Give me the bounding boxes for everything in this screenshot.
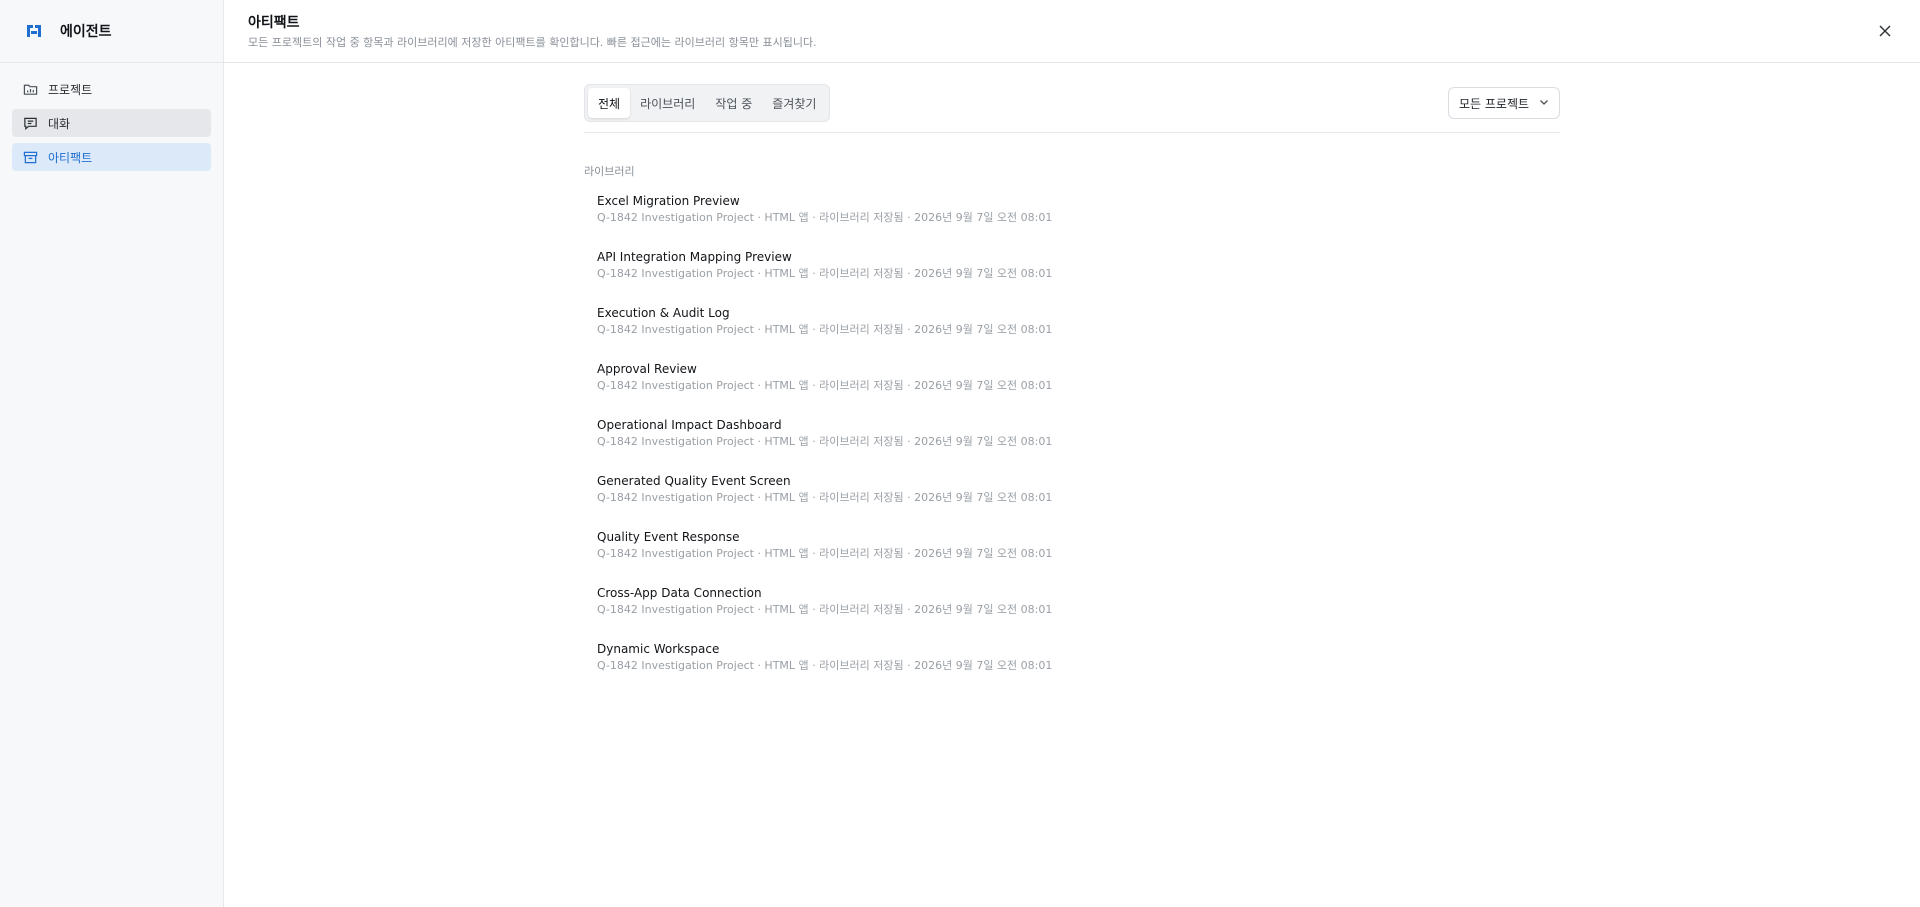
close-icon <box>1879 22 1891 41</box>
artifact-item[interactable]: Operational Impact Dashboard Q-1842 Inve… <box>584 411 1560 467</box>
artifact-title: Dynamic Workspace <box>597 642 720 656</box>
app-root: 에이전트 프로젝트 대화 아티팩트 아티팩트 모든 프로젝트의 작업 중 항목과… <box>0 0 1920 907</box>
tab-favorites[interactable]: 즐겨찾기 <box>762 88 826 118</box>
sidebar-nav: 프로젝트 대화 아티팩트 <box>0 63 223 183</box>
page-header: 아티팩트 모든 프로젝트의 작업 중 항목과 라이브러리에 저장한 아티팩트를 … <box>224 0 1920 63</box>
tab-in-progress[interactable]: 작업 중 <box>705 88 762 118</box>
toolbar: 전체 라이브러리 작업 중 즐겨찾기 모든 프로젝트 <box>584 84 1560 122</box>
artifact-meta: Q-1842 Investigation Project · HTML 앱 · … <box>597 547 1053 560</box>
sidebar-item-conversations[interactable]: 대화 <box>12 109 211 137</box>
sidebar-item-artifacts[interactable]: 아티팩트 <box>12 143 211 171</box>
artifact-item[interactable]: Approval Review Q-1842 Investigation Pro… <box>584 355 1560 411</box>
main-panel: 아티팩트 모든 프로젝트의 작업 중 항목과 라이브러리에 저장한 아티팩트를 … <box>224 0 1920 907</box>
tab-library[interactable]: 라이브러리 <box>630 88 705 118</box>
folder-chart-icon <box>22 81 38 97</box>
artifact-title: Excel Migration Preview <box>597 194 740 208</box>
artifact-item[interactable]: Excel Migration Preview Q-1842 Investiga… <box>584 187 1560 243</box>
artifact-title: Generated Quality Event Screen <box>597 474 791 488</box>
artifact-meta: Q-1842 Investigation Project · HTML 앱 · … <box>597 323 1053 336</box>
artifact-meta: Q-1842 Investigation Project · HTML 앱 · … <box>597 659 1053 672</box>
message-square-icon <box>22 115 38 131</box>
artifact-title: Approval Review <box>597 362 697 376</box>
artifact-title: Quality Event Response <box>597 530 740 544</box>
tab-all[interactable]: 전체 <box>588 88 631 118</box>
page-title: 아티팩트 <box>248 15 300 31</box>
close-button[interactable] <box>1876 22 1894 40</box>
artifact-item[interactable]: Generated Quality Event Screen Q-1842 In… <box>584 467 1560 523</box>
filter-tabs: 전체 라이브러리 작업 중 즐겨찾기 <box>584 84 831 122</box>
section-label: 라이브러리 <box>584 165 635 178</box>
page-subtitle: 모든 프로젝트의 작업 중 항목과 라이브러리에 저장한 아티팩트를 확인합니다… <box>248 36 817 49</box>
artifact-list: Excel Migration Preview Q-1842 Investiga… <box>584 187 1560 691</box>
artifacts-content: 전체 라이브러리 작업 중 즐겨찾기 모든 프로젝트 라이브러리 Excel M… <box>584 84 1560 691</box>
artifact-meta: Q-1842 Investigation Project · HTML 앱 · … <box>597 211 1053 224</box>
artifact-title: Cross-App Data Connection <box>597 586 762 600</box>
project-filter-value: 모든 프로젝트 <box>1459 96 1530 111</box>
artifact-meta: Q-1842 Investigation Project · HTML 앱 · … <box>597 267 1053 280</box>
archive-icon <box>22 149 38 165</box>
artifact-meta: Q-1842 Investigation Project · HTML 앱 · … <box>597 435 1053 448</box>
artifact-item[interactable]: Cross-App Data Connection Q-1842 Investi… <box>584 579 1560 635</box>
app-logo-icon <box>24 21 44 41</box>
app-name: 에이전트 <box>60 24 112 40</box>
sidebar: 에이전트 프로젝트 대화 아티팩트 <box>0 0 224 907</box>
artifact-title: API Integration Mapping Preview <box>597 250 792 264</box>
sidebar-item-label: 프로젝트 <box>48 82 93 97</box>
artifact-meta: Q-1842 Investigation Project · HTML 앱 · … <box>597 603 1053 616</box>
sidebar-header: 에이전트 <box>0 0 223 63</box>
sidebar-item-label: 아티팩트 <box>48 150 93 165</box>
artifact-item[interactable]: Dynamic Workspace Q-1842 Investigation P… <box>584 635 1560 691</box>
artifact-meta: Q-1842 Investigation Project · HTML 앱 · … <box>597 491 1053 504</box>
artifact-title: Execution & Audit Log <box>597 306 730 320</box>
project-filter-select[interactable]: 모든 프로젝트 <box>1448 87 1560 119</box>
sidebar-item-label: 대화 <box>48 116 71 131</box>
chevron-down-icon <box>1539 96 1549 110</box>
artifact-item[interactable]: Quality Event Response Q-1842 Investigat… <box>584 523 1560 579</box>
artifact-meta: Q-1842 Investigation Project · HTML 앱 · … <box>597 379 1053 392</box>
artifact-item[interactable]: Execution & Audit Log Q-1842 Investigati… <box>584 299 1560 355</box>
toolbar-divider <box>584 132 1560 133</box>
artifact-item[interactable]: API Integration Mapping Preview Q-1842 I… <box>584 243 1560 299</box>
sidebar-item-projects[interactable]: 프로젝트 <box>12 75 211 103</box>
artifact-title: Operational Impact Dashboard <box>597 418 782 432</box>
